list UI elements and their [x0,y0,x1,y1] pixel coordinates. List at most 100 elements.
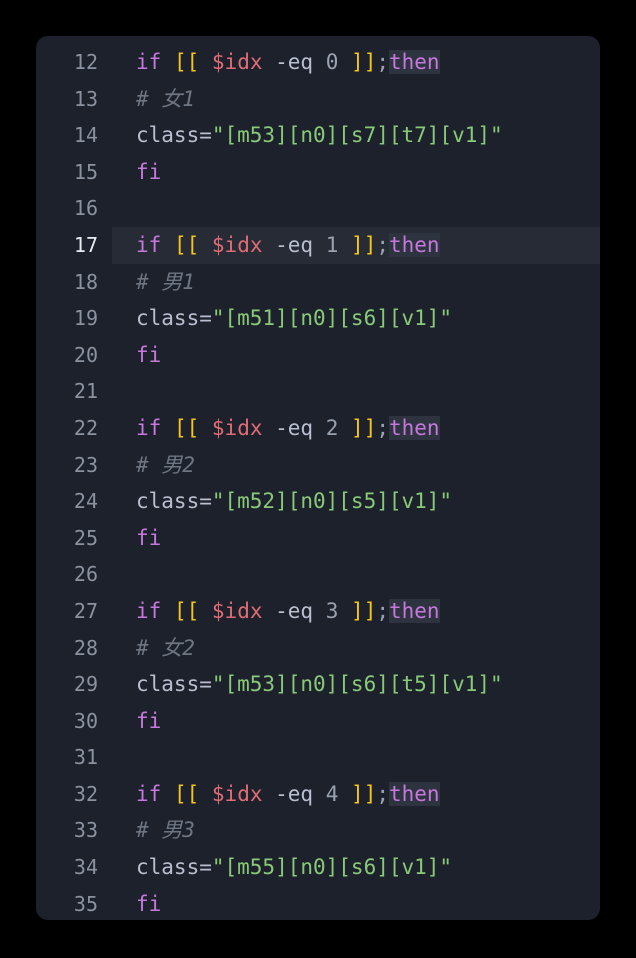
code-line[interactable]: 32 if [[ $idx -eq 4 ]];then [36,776,600,813]
line-content[interactable]: fi [112,154,600,191]
line-tokens: fi [136,337,161,374]
line-content[interactable]: fi [112,886,600,920]
code-editor-card[interactable]: 12 if [[ $idx -eq 0 ]];then 13 # 女1 14 class=… [36,36,600,920]
token-op: -eq [275,50,314,74]
code-line[interactable]: 31 [36,739,600,776]
token-kw-hl: then [389,781,440,806]
line-content[interactable]: # 男1 [112,264,600,301]
code-line[interactable]: 21 [36,373,600,410]
line-content[interactable] [112,739,600,776]
line-tokens: class="[m52][n0][s5][v1]" [136,483,452,520]
code-line[interactable]: 30 fi [36,703,600,740]
line-content[interactable]: class="[m52][n0][s5][v1]" [112,483,600,520]
code-line[interactable]: 27 if [[ $idx -eq 3 ]];then [36,593,600,630]
code-line[interactable]: 22 if [[ $idx -eq 2 ]];then [36,410,600,447]
line-number: 15 [73,159,98,184]
token-punct: ; [376,50,389,74]
line-tokens: if [[ $idx -eq 4 ]];then [136,776,440,813]
line-number: 16 [73,196,98,221]
token-kw: fi [136,342,162,367]
line-number: 23 [73,452,98,477]
code-line[interactable]: 16 [36,190,600,227]
token-brkt: ]] [351,415,377,440]
token-var: $idx [211,232,263,257]
token-brkt: [[ [173,781,200,806]
code-line[interactable]: 33 # 男3 [36,812,600,849]
code-line[interactable]: 23 # 男2 [36,447,600,484]
token-num: 1 [325,232,339,257]
code-line[interactable]: 26 [36,556,600,593]
line-number: 27 [73,598,98,623]
line-content[interactable]: # 女1 [112,81,600,118]
code-line[interactable]: 14 class="[m53][n0][s7][t7][v1]" [36,117,600,154]
code-line[interactable]: 19 class="[m51][n0][s6][v1]" [36,300,600,337]
token-num: 4 [325,781,339,806]
line-content[interactable] [112,556,600,593]
line-tokens: # 男3 [136,812,195,849]
line-tokens: # 女1 [136,81,195,118]
line-number: 12 [73,50,98,74]
code-line[interactable]: 20 fi [36,337,600,374]
line-number: 32 [73,781,98,806]
code-line[interactable]: 17 if [[ $idx -eq 1 ]];then [36,226,600,264]
line-content[interactable]: fi [112,337,600,374]
line-content[interactable]: if [[ $idx -eq 4 ]];then [112,776,600,813]
line-tokens: if [[ $idx -eq 3 ]];then [136,593,440,630]
line-number: 30 [73,708,98,733]
token-num: 3 [325,598,339,623]
code-line[interactable]: 12 if [[ $idx -eq 0 ]];then [36,44,600,81]
token-var: $idx [211,781,263,806]
token-kw-hl: then [389,598,440,623]
line-content[interactable]: class="[m55][n0][s6][v1]" [112,849,600,886]
code-line[interactable]: 34 class="[m55][n0][s6][v1]" [36,849,600,886]
code-line[interactable]: 18 # 男1 [36,264,600,301]
line-tokens: if [[ $idx -eq 1 ]];then [136,227,440,264]
code-line[interactable]: 24 class="[m52][n0][s5][v1]" [36,483,600,520]
line-content[interactable]: # 女2 [112,630,600,667]
code-line[interactable]: 15 fi [36,154,600,191]
code-line[interactable]: 35 fi [36,886,600,920]
token-brkt: ]] [351,50,377,74]
line-content[interactable]: fi [112,703,600,740]
line-content[interactable]: fi [112,520,600,557]
code-lines-container[interactable]: 12 if [[ $idx -eq 0 ]];then 13 # 女1 14 class=… [36,36,600,920]
line-content[interactable]: class="[m53][n0][s6][t5][v1]" [112,666,600,703]
line-content[interactable]: # 男2 [112,447,600,484]
line-content[interactable]: if [[ $idx -eq 2 ]];then [112,410,600,447]
line-tokens: # 男2 [136,447,195,484]
line-tokens: if [[ $idx -eq 2 ]];then [136,410,440,447]
line-content[interactable]: class="[m51][n0][s6][v1]" [112,300,600,337]
token-op: -eq [275,415,314,440]
line-content[interactable] [112,190,600,227]
line-content[interactable]: if [[ $idx -eq 0 ]];then [112,44,600,81]
line-content[interactable]: if [[ $idx -eq 1 ]];then [112,226,600,264]
token-op: -eq [275,781,314,806]
token-punct: ; [376,781,389,806]
token-num: 0 [325,50,339,74]
token-var: $idx [211,50,263,74]
token-plain: class= [136,123,212,148]
line-content[interactable]: if [[ $idx -eq 3 ]];then [112,593,600,630]
token-kw: fi [136,525,162,550]
code-line[interactable]: 13 # 女1 [36,81,600,118]
token-comment: # 男1 [136,269,195,294]
code-line[interactable]: 29 class="[m53][n0][s6][t5][v1]" [36,666,600,703]
line-content[interactable] [112,373,600,410]
line-number: 35 [73,891,98,916]
line-number: 31 [73,745,98,770]
line-number: 13 [73,86,98,111]
line-content[interactable]: class="[m53][n0][s7][t7][v1]" [112,117,600,154]
line-number: 18 [73,269,98,294]
line-tokens: # 女2 [136,630,195,667]
code-line[interactable]: 25 fi [36,520,600,557]
line-content[interactable]: # 男3 [112,812,600,849]
code-line[interactable]: 28 # 女2 [36,630,600,667]
